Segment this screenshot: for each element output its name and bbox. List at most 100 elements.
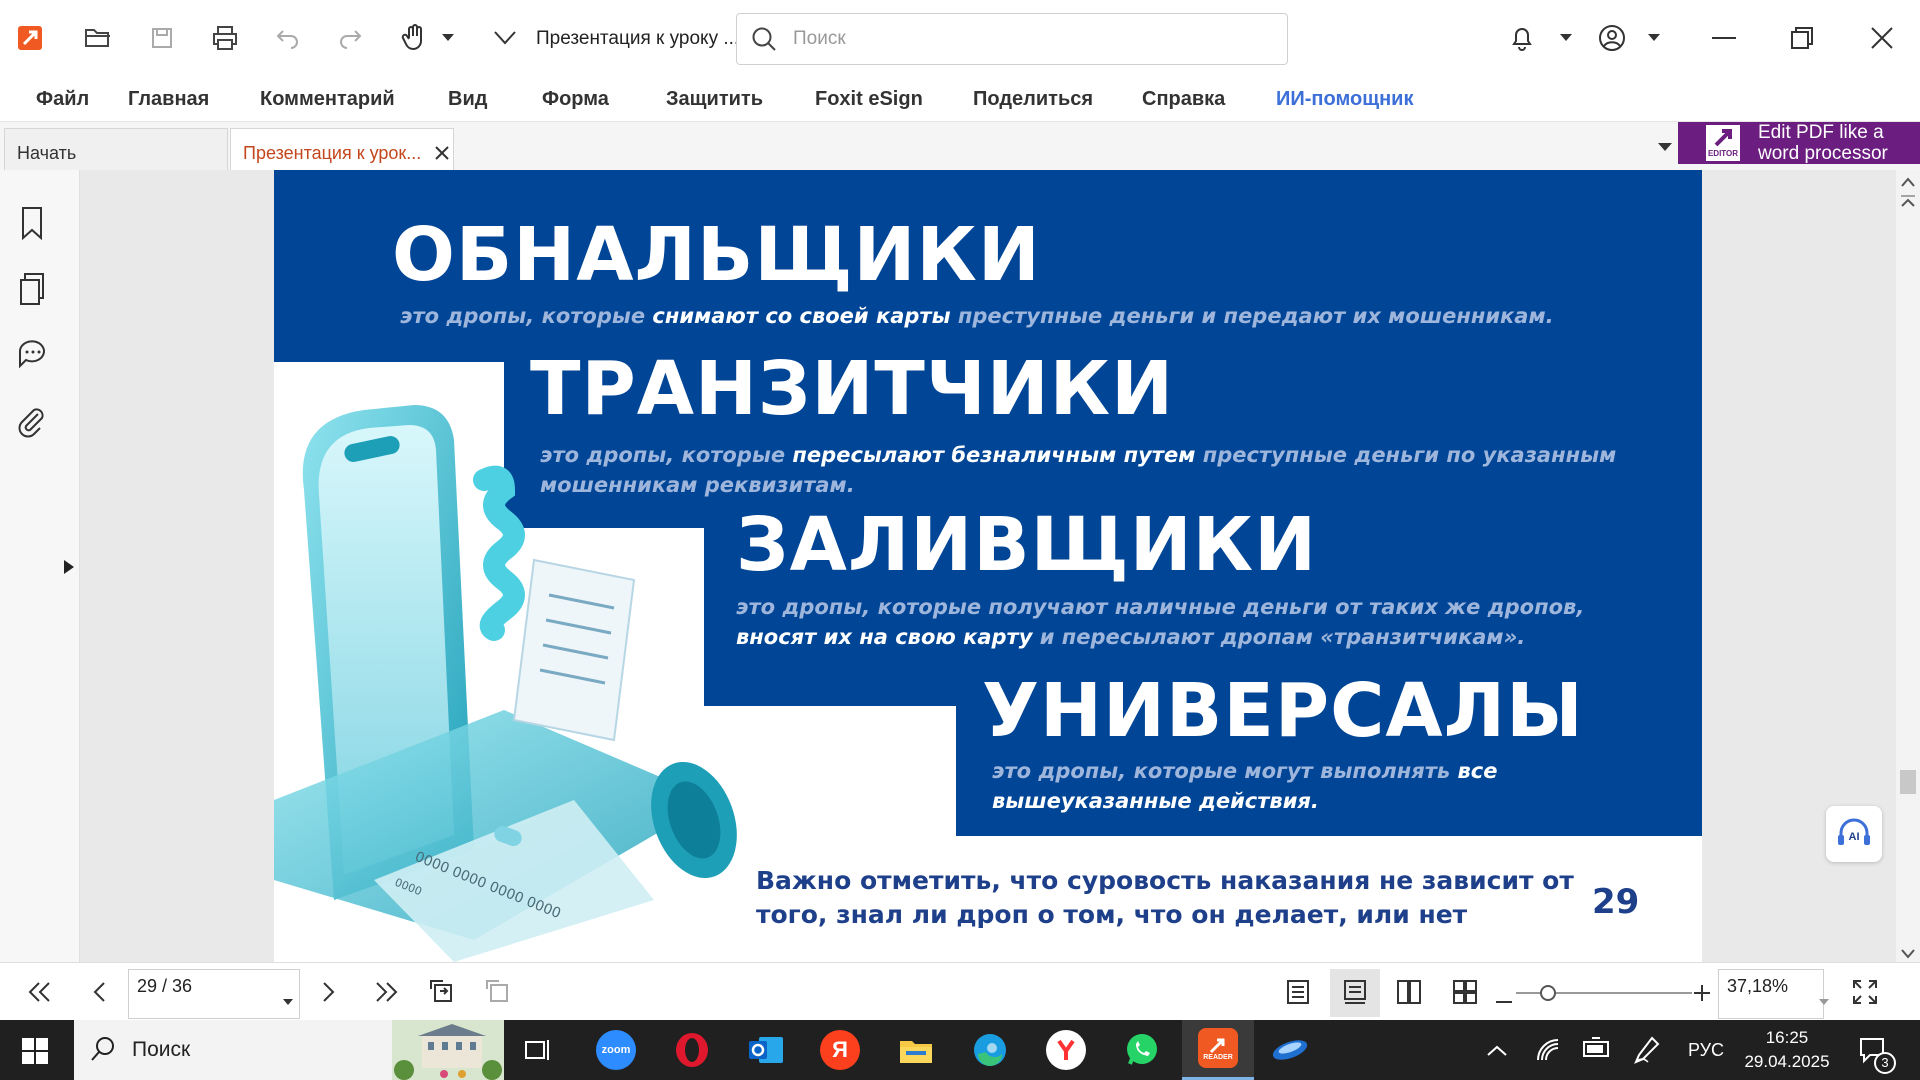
windows-start-icon[interactable] xyxy=(22,1038,48,1069)
subtitle-universal-pre: это дропы, которые могут выполнять xyxy=(992,759,1458,783)
chevron-down-icon[interactable] xyxy=(430,18,466,58)
vertical-scrollbar[interactable] xyxy=(1896,170,1920,962)
first-page-icon[interactable] xyxy=(28,981,52,1008)
search-icon xyxy=(751,26,777,57)
search-highlight-image xyxy=(392,1020,504,1080)
two-page-view-icon[interactable] xyxy=(1396,979,1422,1010)
promo-banner[interactable]: EDITOR Edit PDF like a word processor xyxy=(1678,122,1920,164)
comments-icon[interactable] xyxy=(16,338,48,370)
attachment-icon[interactable] xyxy=(16,406,48,438)
fullscreen-icon[interactable] xyxy=(1852,979,1878,1010)
previous-page-icon[interactable] xyxy=(92,981,106,1008)
pinned-app-icon[interactable] xyxy=(1270,1030,1310,1070)
zoom-slider-thumb[interactable] xyxy=(1540,985,1556,1001)
next-page-icon[interactable] xyxy=(322,981,336,1008)
scroll-thumb[interactable] xyxy=(1900,770,1916,794)
notification-count-badge: 3 xyxy=(1874,1052,1896,1074)
foxit-logo-icon[interactable] xyxy=(10,18,50,58)
yandex-app-icon[interactable]: Я xyxy=(820,1030,860,1070)
continuous-view-button[interactable] xyxy=(1330,969,1380,1017)
pen-icon[interactable] xyxy=(1634,1036,1660,1069)
menu-ai-assistant[interactable]: ИИ-помощник xyxy=(1276,88,1413,111)
expand-panel-icon[interactable] xyxy=(64,560,74,579)
bell-icon[interactable] xyxy=(1502,18,1542,58)
whatsapp-icon[interactable] xyxy=(1122,1030,1162,1070)
menu-help[interactable]: Справка xyxy=(1142,88,1225,111)
page-number-input[interactable]: 29 / 36 xyxy=(128,969,300,1019)
menu-foxit-esign[interactable]: Foxit eSign xyxy=(815,88,923,111)
battery-icon[interactable] xyxy=(1582,1036,1612,1067)
menu-protect[interactable]: Защитить xyxy=(666,88,763,111)
important-note: Важно отметить, что суровость наказания … xyxy=(756,866,1574,929)
heading-universal: УНИВЕРСАЛЫ xyxy=(982,668,1584,754)
open-folder-icon[interactable] xyxy=(78,18,118,58)
save-icon[interactable] xyxy=(142,18,182,58)
menu-view[interactable]: Вид xyxy=(448,88,487,111)
menu-share[interactable]: Поделиться xyxy=(973,88,1093,111)
network-icon[interactable] xyxy=(1534,1036,1562,1069)
heading-transit: ТРАНЗИТЧИКИ xyxy=(530,346,1175,432)
task-view-icon[interactable] xyxy=(524,1036,552,1069)
ai-headset-icon: AI xyxy=(1835,815,1873,853)
ai-label: AI xyxy=(1848,831,1860,843)
edge-browser-icon[interactable] xyxy=(970,1030,1010,1070)
title-bar: Презентация к уроку ... Поиск xyxy=(0,0,1920,78)
pdf-page[interactable]: 0000 0000 0000 0000 0000 ОБНАЛЬЩИКИ это … xyxy=(274,170,1702,962)
page-select-chevron-icon[interactable] xyxy=(283,990,293,1011)
pages-icon[interactable] xyxy=(16,272,48,305)
tray-overflow-icon[interactable] xyxy=(1486,1044,1508,1062)
redo-icon[interactable] xyxy=(330,18,370,58)
tabs-dropdown-icon[interactable] xyxy=(1658,140,1672,158)
slide-page-number: 29 xyxy=(1592,882,1640,922)
zoom-level-input[interactable]: 37,18% xyxy=(1718,969,1829,1019)
zoom-app-icon[interactable]: zoom xyxy=(596,1030,636,1070)
next-view-icon[interactable] xyxy=(484,977,512,1010)
minimize-icon[interactable] xyxy=(1704,18,1744,58)
zoom-in-icon[interactable] xyxy=(1694,985,1710,1006)
single-page-view-icon[interactable] xyxy=(1286,979,1310,1010)
status-bar: 29 / 36 37,18% xyxy=(0,962,1920,1020)
menu-home[interactable]: Главная xyxy=(128,88,209,111)
clock[interactable]: 16:25 29.04.2025 xyxy=(1742,1026,1832,1074)
outlook-app-icon[interactable] xyxy=(746,1030,786,1070)
account-chevron-icon[interactable] xyxy=(1636,18,1672,58)
undo-icon[interactable] xyxy=(268,18,308,58)
subtitle-depositors-post: и пересылают дропам «транзитчикам». xyxy=(1032,625,1526,649)
previous-view-icon[interactable] xyxy=(428,977,456,1010)
menu-file[interactable]: Файл xyxy=(36,88,89,111)
subtitle-depositors: это дропы, которые получают наличные ден… xyxy=(736,592,1656,652)
search-box[interactable]: Поиск xyxy=(736,13,1288,65)
clock-time: 16:25 xyxy=(1765,1028,1809,1047)
zoom-chevron-icon[interactable] xyxy=(1819,990,1829,1011)
hand-tool-icon[interactable] xyxy=(394,18,434,58)
bookmark-icon[interactable] xyxy=(16,206,48,241)
tab-document[interactable]: Презентация к урок... xyxy=(230,128,454,170)
file-explorer-icon[interactable] xyxy=(896,1030,936,1070)
foxit-reader-taskbar-button[interactable]: READER xyxy=(1182,1020,1254,1080)
account-icon[interactable] xyxy=(1592,18,1632,58)
input-language[interactable]: РУС xyxy=(1688,1040,1724,1061)
taskbar-search[interactable]: Поиск xyxy=(74,1020,504,1080)
last-page-icon[interactable] xyxy=(374,981,398,1008)
close-icon[interactable] xyxy=(1862,18,1902,58)
menu-comment[interactable]: Комментарий xyxy=(260,88,395,111)
tab-start[interactable]: Начать xyxy=(4,128,228,170)
tab-start-label: Начать xyxy=(17,143,77,163)
bell-chevron-icon[interactable] xyxy=(1548,18,1584,58)
scroll-up-pair-icon[interactable] xyxy=(1896,184,1920,213)
yandex-app-letter: Я xyxy=(832,1037,848,1062)
windows-taskbar: Поиск zoom Я READER РУС 16:25 29.04.2025… xyxy=(0,1020,1920,1080)
quick-access-dropdown-icon[interactable] xyxy=(485,18,525,58)
yandex-browser-icon[interactable] xyxy=(1046,1030,1086,1070)
two-page-continuous-icon[interactable] xyxy=(1452,979,1478,1010)
zoom-out-icon[interactable] xyxy=(1496,991,1512,1009)
tab-close-icon[interactable] xyxy=(435,144,449,165)
menu-form[interactable]: Форма xyxy=(542,88,609,111)
print-icon[interactable] xyxy=(205,18,245,58)
ai-assistant-button[interactable]: AI xyxy=(1826,806,1882,862)
opera-app-icon[interactable] xyxy=(672,1030,712,1070)
restore-icon[interactable] xyxy=(1782,18,1822,58)
subtitle-depositors-pre: это дропы, которые получают наличные ден… xyxy=(736,595,1585,619)
clock-date: 29.04.2025 xyxy=(1744,1052,1830,1071)
foxit-reader-label: READER xyxy=(1203,1053,1233,1061)
